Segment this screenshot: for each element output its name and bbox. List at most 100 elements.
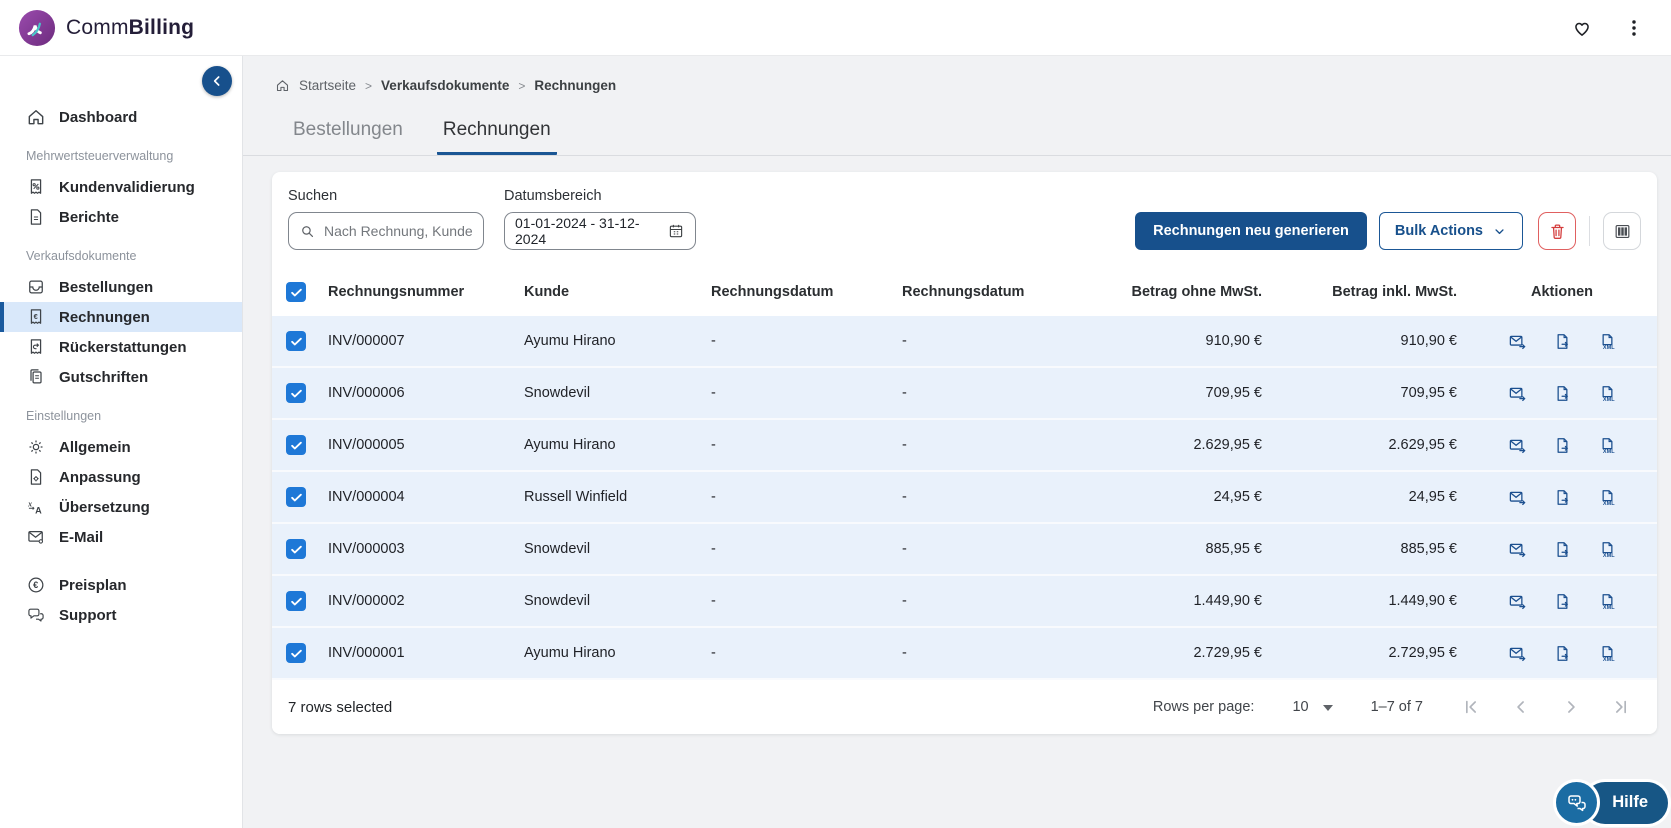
download-xml-button[interactable]: [1598, 540, 1617, 559]
row-checkbox[interactable]: [286, 331, 306, 351]
cell-invoice-number: INV/000004: [328, 489, 524, 505]
cell-customer: Snowdevil: [524, 593, 711, 609]
sidebar-item-rueckerstattungen[interactable]: Rückerstattungen: [0, 332, 242, 362]
sidebar-item-label: Kundenvalidierung: [59, 179, 195, 196]
export-document-icon: [1553, 436, 1572, 455]
pagination-controls: [1461, 697, 1631, 717]
cell-invoice-date: -: [711, 385, 902, 401]
download-xml-button[interactable]: [1598, 436, 1617, 455]
send-email-button[interactable]: [1508, 592, 1527, 611]
check-icon: [289, 594, 304, 609]
translate-icon: [26, 497, 46, 517]
export-document-icon: [1553, 540, 1572, 559]
download-xml-button[interactable]: [1598, 488, 1617, 507]
cell-invoice-date-2: -: [902, 645, 1072, 661]
prev-page-button[interactable]: [1511, 697, 1531, 717]
regenerate-invoices-button[interactable]: Rechnungen neu generieren: [1135, 212, 1367, 250]
breadcrumb-rechnungen[interactable]: Rechnungen: [534, 78, 616, 93]
sidebar-collapse-button[interactable]: [202, 66, 232, 96]
send-email-button[interactable]: [1508, 488, 1527, 507]
send-email-icon: [1508, 332, 1527, 351]
sidebar-item-email[interactable]: E-Mail: [0, 522, 242, 552]
export-document-button[interactable]: [1553, 384, 1572, 403]
sidebar-item-preisplan[interactable]: Preisplan: [0, 570, 242, 600]
send-email-button[interactable]: [1508, 540, 1527, 559]
columns-button[interactable]: [1603, 212, 1641, 250]
header-invoice-date-2: Rechnungsdatum: [902, 284, 1072, 300]
export-document-button[interactable]: [1553, 436, 1572, 455]
breadcrumb-startseite[interactable]: Startseite: [299, 78, 356, 93]
table-footer: 7 rows selected Rows per page: 10 1–7 of…: [272, 680, 1657, 734]
export-document-button[interactable]: [1553, 540, 1572, 559]
export-document-button[interactable]: [1553, 488, 1572, 507]
next-page-button[interactable]: [1561, 697, 1581, 717]
help-chat-icon: [1565, 791, 1589, 815]
daterange-input[interactable]: 01-01-2024 - 31-12-2024: [504, 212, 696, 250]
cell-amount-net: 709,95 €: [1072, 385, 1272, 401]
sidebar-item-kundenvalidierung[interactable]: Kundenvalidierung: [0, 172, 242, 202]
row-checkbox[interactable]: [286, 539, 306, 559]
row-checkbox[interactable]: [286, 591, 306, 611]
breadcrumb-home-icon: [275, 78, 290, 93]
export-document-button[interactable]: [1553, 644, 1572, 663]
columns-icon: [1613, 222, 1632, 241]
cell-amount-gross: 2.629,95 €: [1272, 437, 1467, 453]
sidebar-item-gutschriften[interactable]: Gutschriften: [0, 362, 242, 392]
tab-bestellungen[interactable]: Bestellungen: [287, 111, 409, 155]
download-xml-icon: [1598, 332, 1617, 351]
sidebar-item-uebersetzung[interactable]: Übersetzung: [0, 492, 242, 522]
kebab-menu-icon[interactable]: [1623, 17, 1645, 39]
sidebar-item-anpassung[interactable]: Anpassung: [0, 462, 242, 492]
sidebar-item-dashboard[interactable]: Dashboard: [0, 102, 242, 132]
sidebar-item-bestellungen[interactable]: Bestellungen: [0, 272, 242, 302]
search-input[interactable]: [324, 223, 473, 239]
cell-invoice-number: INV/000003: [328, 541, 524, 557]
receipt-euro-icon: [26, 307, 46, 327]
table-row: INV/000005 Ayumu Hirano - - 2.629,95 € 2…: [272, 420, 1657, 472]
export-document-button[interactable]: [1553, 332, 1572, 351]
first-page-button[interactable]: [1461, 697, 1481, 717]
tab-rechnungen[interactable]: Rechnungen: [437, 111, 557, 155]
send-email-button[interactable]: [1508, 384, 1527, 403]
row-checkbox[interactable]: [286, 643, 306, 663]
send-email-button[interactable]: [1508, 644, 1527, 663]
download-xml-icon: [1598, 540, 1617, 559]
select-all-checkbox[interactable]: [286, 282, 306, 302]
row-checkbox[interactable]: [286, 383, 306, 403]
download-xml-button[interactable]: [1598, 644, 1617, 663]
check-icon: [289, 334, 304, 349]
export-document-icon: [1553, 488, 1572, 507]
cell-amount-net: 24,95 €: [1072, 489, 1272, 505]
mail-gear-icon: [26, 527, 46, 547]
help-chat-button[interactable]: [1553, 779, 1600, 826]
send-email-button[interactable]: [1508, 436, 1527, 455]
cell-customer: Russell Winfield: [524, 489, 711, 505]
cell-invoice-date: -: [711, 489, 902, 505]
download-xml-button[interactable]: [1598, 332, 1617, 351]
download-xml-icon: [1598, 644, 1617, 663]
delete-button[interactable]: [1538, 212, 1576, 250]
sidebar-item-support[interactable]: Support: [0, 600, 242, 630]
sidebar-item-allgemein[interactable]: Allgemein: [0, 432, 242, 462]
row-checkbox[interactable]: [286, 435, 306, 455]
download-xml-button[interactable]: [1598, 384, 1617, 403]
last-page-button[interactable]: [1611, 697, 1631, 717]
send-email-button[interactable]: [1508, 332, 1527, 351]
sidebar-item-berichte[interactable]: Berichte: [0, 202, 242, 232]
cell-invoice-date: -: [711, 437, 902, 453]
table-header-row: Rechnungsnummer Kunde Rechnungsdatum Rec…: [272, 268, 1657, 316]
bulk-actions-button[interactable]: Bulk Actions: [1379, 212, 1523, 250]
cell-invoice-date-2: -: [902, 489, 1072, 505]
cell-invoice-date-2: -: [902, 541, 1072, 557]
heart-icon[interactable]: [1571, 17, 1593, 39]
rows-per-page-select[interactable]: 10: [1292, 699, 1332, 715]
sidebar-item-label: Gutschriften: [59, 369, 148, 386]
export-document-button[interactable]: [1553, 592, 1572, 611]
sidebar-item-rechnungen[interactable]: Rechnungen: [0, 302, 242, 332]
download-xml-button[interactable]: [1598, 592, 1617, 611]
check-icon: [289, 285, 304, 300]
export-document-icon: [1553, 592, 1572, 611]
row-checkbox[interactable]: [286, 487, 306, 507]
breadcrumb-verkaufsdokumente[interactable]: Verkaufsdokumente: [381, 78, 509, 93]
cell-amount-gross: 885,95 €: [1272, 541, 1467, 557]
